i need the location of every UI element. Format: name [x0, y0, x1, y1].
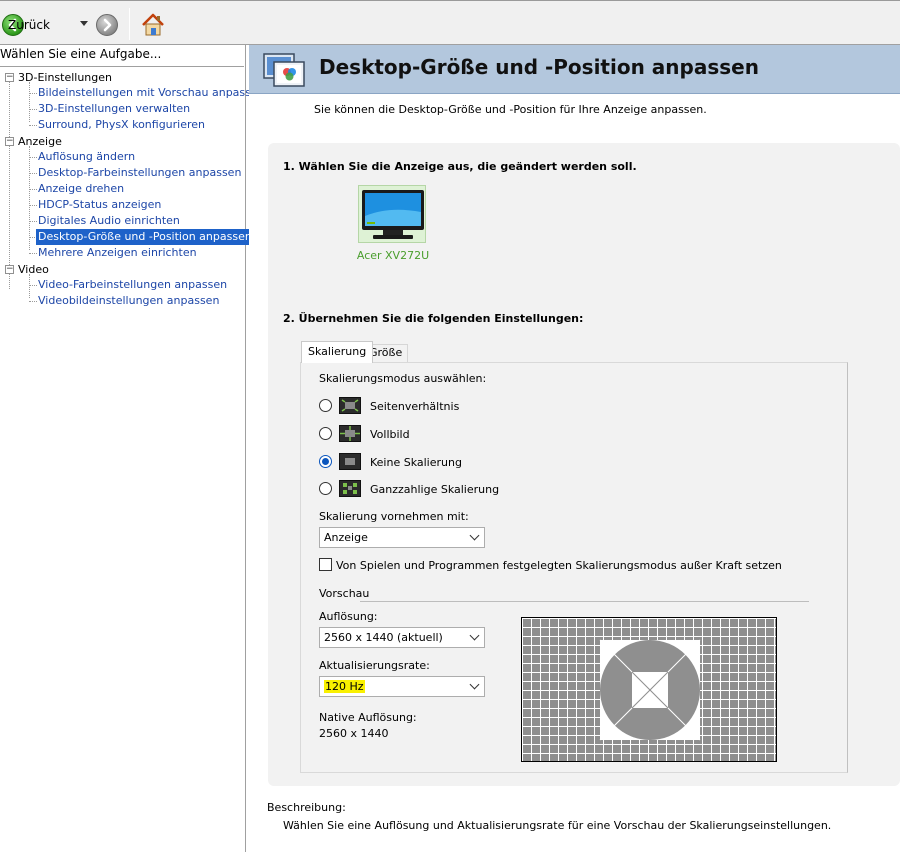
display-settings-icon: [263, 53, 305, 87]
tree-category-video[interactable]: − Video: [5, 261, 49, 277]
tree-item-hdcp[interactable]: HDCP-Status anzeigen: [36, 197, 163, 213]
perform-scaling-label: Skalierung vornehmen mit:: [319, 510, 469, 523]
refresh-rate-value: 120 Hz: [324, 680, 365, 693]
home-icon: [142, 13, 164, 36]
chevron-down-icon: [469, 630, 480, 641]
monitor-icon: [362, 190, 424, 239]
radio-vollbild[interactable]: [319, 427, 332, 440]
no-scaling-icon: [339, 453, 361, 470]
section2-heading: 2. Übernehmen Sie die folgenden Einstell…: [283, 312, 584, 325]
tree-branch-line: [29, 274, 30, 298]
collapse-icon[interactable]: −: [5, 72, 14, 82]
toolbar: Zurück: [0, 0, 900, 45]
chevron-down-icon: [469, 530, 480, 541]
override-label[interactable]: Von Spielen und Programmen festgelegten …: [336, 559, 782, 572]
native-resolution-value: 2560 x 1440: [319, 727, 389, 740]
aspect-ratio-scaling-icon: [339, 397, 361, 414]
radio-keine-skalierung[interactable]: [319, 455, 332, 468]
option-seitenverhaeltnis[interactable]: Seitenverhältnis: [370, 400, 459, 413]
resolution-value: 2560 x 1440 (aktuell): [324, 631, 443, 644]
refresh-rate-label: Aktualisierungsrate:: [319, 659, 430, 672]
option-vollbild[interactable]: Vollbild: [370, 428, 410, 441]
perform-scaling-value: Anzeige: [324, 531, 368, 544]
description-heading: Beschreibung:: [267, 801, 346, 814]
monitor-selector[interactable]: [358, 185, 426, 243]
scaling-preview: [521, 617, 777, 762]
tree-category-label: 3D-Einstellungen: [18, 70, 113, 84]
tree-item-mehrere-anzeigen[interactable]: Mehrere Anzeigen einrichten: [36, 245, 199, 261]
page-title: Desktop-Größe und -Position anpassen: [319, 55, 759, 79]
page-banner: Desktop-Größe und -Position anpassen: [249, 45, 900, 94]
home-button[interactable]: [140, 12, 166, 38]
description-text: Wählen Sie eine Auflösung und Aktualisie…: [283, 819, 832, 832]
monitor-label: Acer XV272U: [356, 249, 430, 262]
override-checkbox[interactable]: [319, 558, 332, 571]
scaling-mode-label: Skalierungsmodus auswählen:: [319, 372, 487, 385]
tree-branch-line: [29, 146, 30, 250]
skalierung-tab-panel: Skalierungsmodus auswählen: Seitenverhäl…: [300, 362, 848, 773]
tree-item-bildeinstellungen[interactable]: Bildeinstellungen mit Vorschau anpassen: [36, 85, 267, 101]
collapse-icon[interactable]: −: [5, 264, 14, 274]
settings-box: 1. Wählen Sie die Anzeige aus, die geänd…: [268, 143, 900, 786]
tree-item-surround[interactable]: Surround, PhysX konfigurieren: [36, 117, 207, 133]
tree-item-desktop-farben[interactable]: Desktop-Farbeinstellungen anpassen: [36, 165, 243, 181]
resolution-select[interactable]: 2560 x 1440 (aktuell): [319, 627, 485, 648]
preview-section-label: Vorschau: [319, 587, 370, 600]
tree-item-anzeige-drehen[interactable]: Anzeige drehen: [36, 181, 126, 197]
chevron-down-icon: [469, 679, 480, 690]
task-panel: Wählen Sie eine Aufgabe... − 3D-Einstell…: [0, 45, 265, 852]
content-area: Desktop-Größe und -Position anpassen Sie…: [249, 45, 900, 852]
tree-item-videobild[interactable]: Videobildeinstellungen anpassen: [36, 293, 221, 309]
tree-root-line: [9, 81, 10, 289]
tree-item-digitales-audio[interactable]: Digitales Audio einrichten: [36, 213, 182, 229]
section1-heading: 1. Wählen Sie die Anzeige aus, die geänd…: [283, 160, 637, 173]
collapse-icon[interactable]: −: [5, 136, 14, 146]
task-panel-header: Wählen Sie eine Aufgabe...: [0, 47, 162, 61]
tree-branch-line: [29, 82, 30, 122]
resolution-label: Auflösung:: [319, 610, 378, 623]
perform-scaling-select[interactable]: Anzeige: [319, 527, 485, 548]
option-ganzzahlige-skalierung[interactable]: Ganzzahlige Skalierung: [370, 483, 499, 496]
forward-arrow-icon: [103, 18, 112, 32]
radio-seitenverhaeltnis[interactable]: [319, 399, 332, 412]
preview-divider: [360, 601, 809, 602]
integer-scaling-icon: [339, 480, 361, 497]
tree-category-label: Video: [18, 262, 49, 276]
radio-ganzzahlige-skalierung[interactable]: [319, 482, 332, 495]
toolbar-separator: [129, 8, 130, 40]
back-button[interactable]: Zurück: [2, 13, 50, 37]
forward-button[interactable]: [96, 14, 118, 36]
tree-item-video-farben[interactable]: Video-Farbeinstellungen anpassen: [36, 277, 229, 293]
back-history-dropdown-icon[interactable]: [80, 21, 88, 26]
tree-category-anzeige[interactable]: − Anzeige: [5, 133, 62, 149]
tree-category-3d[interactable]: − 3D-Einstellungen: [5, 69, 112, 85]
tree-item-aufloesung[interactable]: Auflösung ändern: [36, 149, 137, 165]
fullscreen-scaling-icon: [339, 425, 361, 442]
tree-category-label: Anzeige: [18, 134, 62, 148]
preview-pattern: [599, 639, 701, 741]
refresh-rate-select[interactable]: 120 Hz: [319, 676, 485, 697]
tree-item-3d-verwalten[interactable]: 3D-Einstellungen verwalten: [36, 101, 192, 117]
back-button-label: Zurück: [8, 18, 50, 32]
tab-skalierung[interactable]: Skalierung: [301, 341, 374, 363]
option-keine-skalierung[interactable]: Keine Skalierung: [370, 456, 462, 469]
tree-item-desktop-groesse[interactable]: Desktop-Größe und -Position anpassen: [36, 229, 254, 245]
page-subtitle: Sie können die Desktop-Größe und -Positi…: [314, 103, 707, 116]
task-tree: − 3D-Einstellungen Bildeinstellungen mit…: [0, 66, 265, 852]
native-resolution-label: Native Auflösung:: [319, 711, 417, 724]
